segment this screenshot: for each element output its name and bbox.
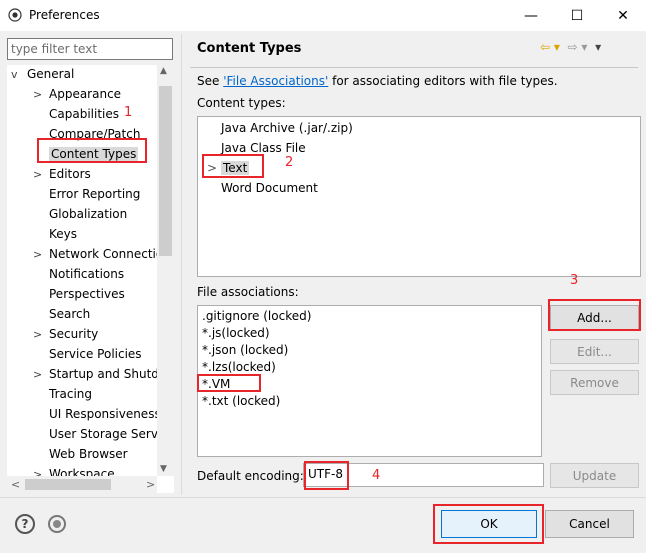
chevron-right-icon[interactable]: > <box>33 165 45 185</box>
file-association-item[interactable]: *.js(locked) <box>202 326 270 340</box>
tree-item-label: Security <box>49 327 99 341</box>
forward-arrow-icon[interactable]: ⇨ ▾ <box>568 40 588 54</box>
tree-item-label: User Storage Serv <box>49 427 158 441</box>
scroll-right-icon[interactable]: > <box>146 478 155 491</box>
scroll-down-icon[interactable]: ▼ <box>160 464 167 474</box>
tree-item[interactable]: User Storage Serv <box>33 424 158 444</box>
content-type-label: Java Class File <box>221 141 306 155</box>
annotation-box-ok <box>433 504 544 544</box>
scroll-up-icon[interactable]: ▲ <box>160 66 167 76</box>
tree-item[interactable]: > Appearance <box>33 84 121 104</box>
annotation-box-encoding <box>304 461 349 490</box>
help-icon[interactable]: ? <box>15 514 35 534</box>
scroll-left-icon[interactable]: < <box>11 478 20 491</box>
tree-item-label: Notifications <box>49 267 125 281</box>
chevron-down-icon[interactable]: v <box>11 65 23 85</box>
tree-item[interactable]: > Editors <box>33 164 91 184</box>
maximize-button[interactable]: ☐ <box>554 0 600 31</box>
preferences-link-icon[interactable] <box>48 515 66 533</box>
footer-divider <box>0 497 646 498</box>
tree-item-label: Appearance <box>49 87 122 101</box>
cancel-button[interactable]: Cancel <box>545 510 634 538</box>
annotation-number-1: 1 <box>124 105 133 120</box>
page-navigation: ⇦ ▾ ⇨ ▾ ▾ <box>540 40 601 54</box>
view-menu-icon[interactable]: ▾ <box>595 40 601 54</box>
tree-item-label: Error Reporting <box>49 187 141 201</box>
tree-item[interactable]: Error Reporting <box>33 184 140 204</box>
file-association-item[interactable]: *.txt (locked) <box>202 394 280 408</box>
tree-item[interactable]: Capabilities <box>33 104 119 124</box>
annotation-box-text <box>202 154 264 178</box>
tree-item[interactable]: Tracing <box>33 384 92 404</box>
chevron-right-icon[interactable]: > <box>33 325 45 345</box>
tree-item[interactable]: v General <box>11 65 74 84</box>
annotation-number-3: 3 <box>570 273 579 288</box>
content-type-item[interactable]: Java Class File <box>207 141 306 155</box>
file-association-item[interactable]: .gitignore (locked) <box>202 309 311 323</box>
tree-item-label: Network Connectio <box>49 247 164 261</box>
tree-item-label: Keys <box>49 227 78 241</box>
tree-item-label: UI Responsiveness <box>49 407 161 421</box>
filter-input[interactable] <box>7 38 173 60</box>
chevron-right-icon[interactable]: > <box>33 85 45 105</box>
back-arrow-icon[interactable]: ⇦ ▾ <box>540 40 560 54</box>
annotation-number-2: 2 <box>285 155 294 170</box>
tree-scroll-thumb[interactable] <box>159 86 172 256</box>
tree-item[interactable]: Service Policies <box>33 344 142 364</box>
chevron-right-icon[interactable]: > <box>33 245 45 265</box>
tree-item[interactable]: Notifications <box>33 264 124 284</box>
tree-item[interactable]: > Security <box>33 324 98 344</box>
tree-item-label: Startup and Shutd <box>49 367 159 381</box>
pane-separator[interactable] <box>181 34 182 495</box>
annotation-box-add <box>548 299 641 331</box>
default-encoding-label: Default encoding: <box>197 469 304 483</box>
window-title: Preferences <box>29 8 100 22</box>
annotation-box-vm <box>197 374 261 392</box>
chevron-right-icon[interactable]: > <box>33 365 45 385</box>
annotation-number-4: 4 <box>372 468 381 483</box>
tree-item-label: Perspectives <box>49 287 125 301</box>
update-button[interactable]: Update <box>550 463 639 488</box>
tree-item[interactable]: UI Responsiveness <box>33 404 161 424</box>
tree-item[interactable]: > Network Connectio <box>33 244 163 264</box>
tree-item-label: Editors <box>49 167 91 181</box>
tree-item[interactable]: Globalization <box>33 204 127 224</box>
tree-item-label: Capabilities <box>49 107 119 121</box>
tree-item-label: Search <box>49 307 91 321</box>
tree-item[interactable]: Perspectives <box>33 284 125 304</box>
file-associations-label: File associations: <box>197 285 299 299</box>
annotation-box-content-types <box>37 138 147 163</box>
tree-item[interactable]: > Startup and Shutd <box>33 364 159 384</box>
content-type-label: Java Archive (.jar/.zip) <box>221 121 353 135</box>
preferences-app-icon <box>8 8 22 22</box>
tree-item-label: Globalization <box>49 207 128 221</box>
edit-button[interactable]: Edit... <box>550 339 639 364</box>
page-title: Content Types <box>197 41 302 56</box>
tree-item[interactable]: Keys <box>33 224 77 244</box>
content-types-label: Content types: <box>197 96 286 110</box>
tree-item-label: General <box>27 67 75 81</box>
tree-item[interactable]: Web Browser <box>33 444 128 464</box>
minimize-button[interactable]: — <box>508 0 554 31</box>
content-type-item[interactable]: Word Document <box>207 181 318 195</box>
preference-tree: v General > Appearance Capabilities Compare/P… <box>7 65 174 493</box>
close-button[interactable]: ✕ <box>600 0 646 31</box>
tree-item-label: Service Policies <box>49 347 142 361</box>
tree-item[interactable]: Search <box>33 304 90 324</box>
header-divider <box>190 67 638 68</box>
tree-item-label: Web Browser <box>49 447 128 461</box>
file-associations-hint: See 'File Associations' for associating … <box>197 74 558 88</box>
tree-item-label: Tracing <box>49 387 93 401</box>
remove-button[interactable]: Remove <box>550 370 639 395</box>
tree-hscroll-thumb[interactable] <box>25 479 111 490</box>
content-type-label: Word Document <box>221 181 318 195</box>
content-type-item[interactable]: Java Archive (.jar/.zip) <box>207 121 353 135</box>
file-association-item[interactable]: *.json (locked) <box>202 343 288 357</box>
file-associations-link[interactable]: 'File Associations' <box>223 74 328 88</box>
file-association-item[interactable]: *.lzs(locked) <box>202 360 276 374</box>
